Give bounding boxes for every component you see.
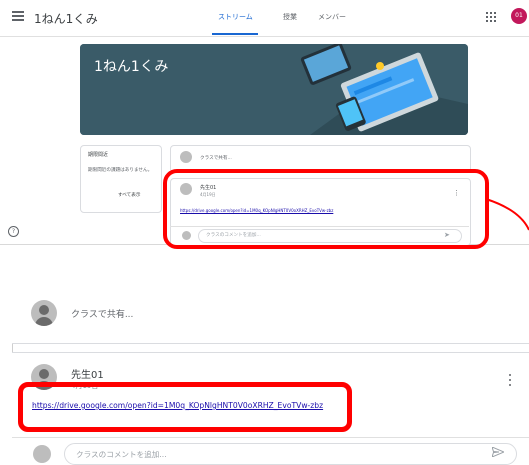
share-placeholder-small[interactable]: クラスで共有... [200, 155, 232, 161]
account-avatar[interactable]: 01 [511, 8, 527, 24]
active-tab-indicator [212, 33, 258, 35]
class-name: 1ねん1くみ [34, 12, 98, 26]
highlight-frame [18, 382, 352, 432]
help-icon[interactable]: ? [8, 226, 19, 237]
tab-stream[interactable]: ストリーム [218, 12, 253, 22]
user-avatar-icon [33, 445, 51, 463]
share-placeholder[interactable]: クラスで共有... [71, 307, 133, 320]
banner-title: 1ねん1くみ [94, 59, 169, 75]
upcoming-title: 期限間近 [88, 152, 109, 158]
view-all-link[interactable]: すべて表示 [118, 192, 140, 198]
comment-placeholder[interactable]: クラスのコメントを追加... [76, 449, 167, 460]
tab-members[interactable]: メンバー [318, 12, 346, 22]
highlight-frame-small [163, 169, 489, 249]
upcoming-text: 期限間近の課題はありません。 [88, 168, 153, 173]
divider [12, 437, 529, 438]
apps-grid-icon[interactable] [486, 12, 496, 22]
user-avatar-icon [31, 300, 57, 326]
hamburger-menu-icon[interactable] [12, 11, 24, 21]
tab-classwork[interactable]: 授業 [283, 12, 297, 22]
send-icon[interactable] [492, 447, 504, 457]
post-author: 先生01 [71, 370, 104, 381]
user-avatar-icon [180, 151, 192, 163]
more-vert-icon[interactable] [508, 374, 512, 388]
